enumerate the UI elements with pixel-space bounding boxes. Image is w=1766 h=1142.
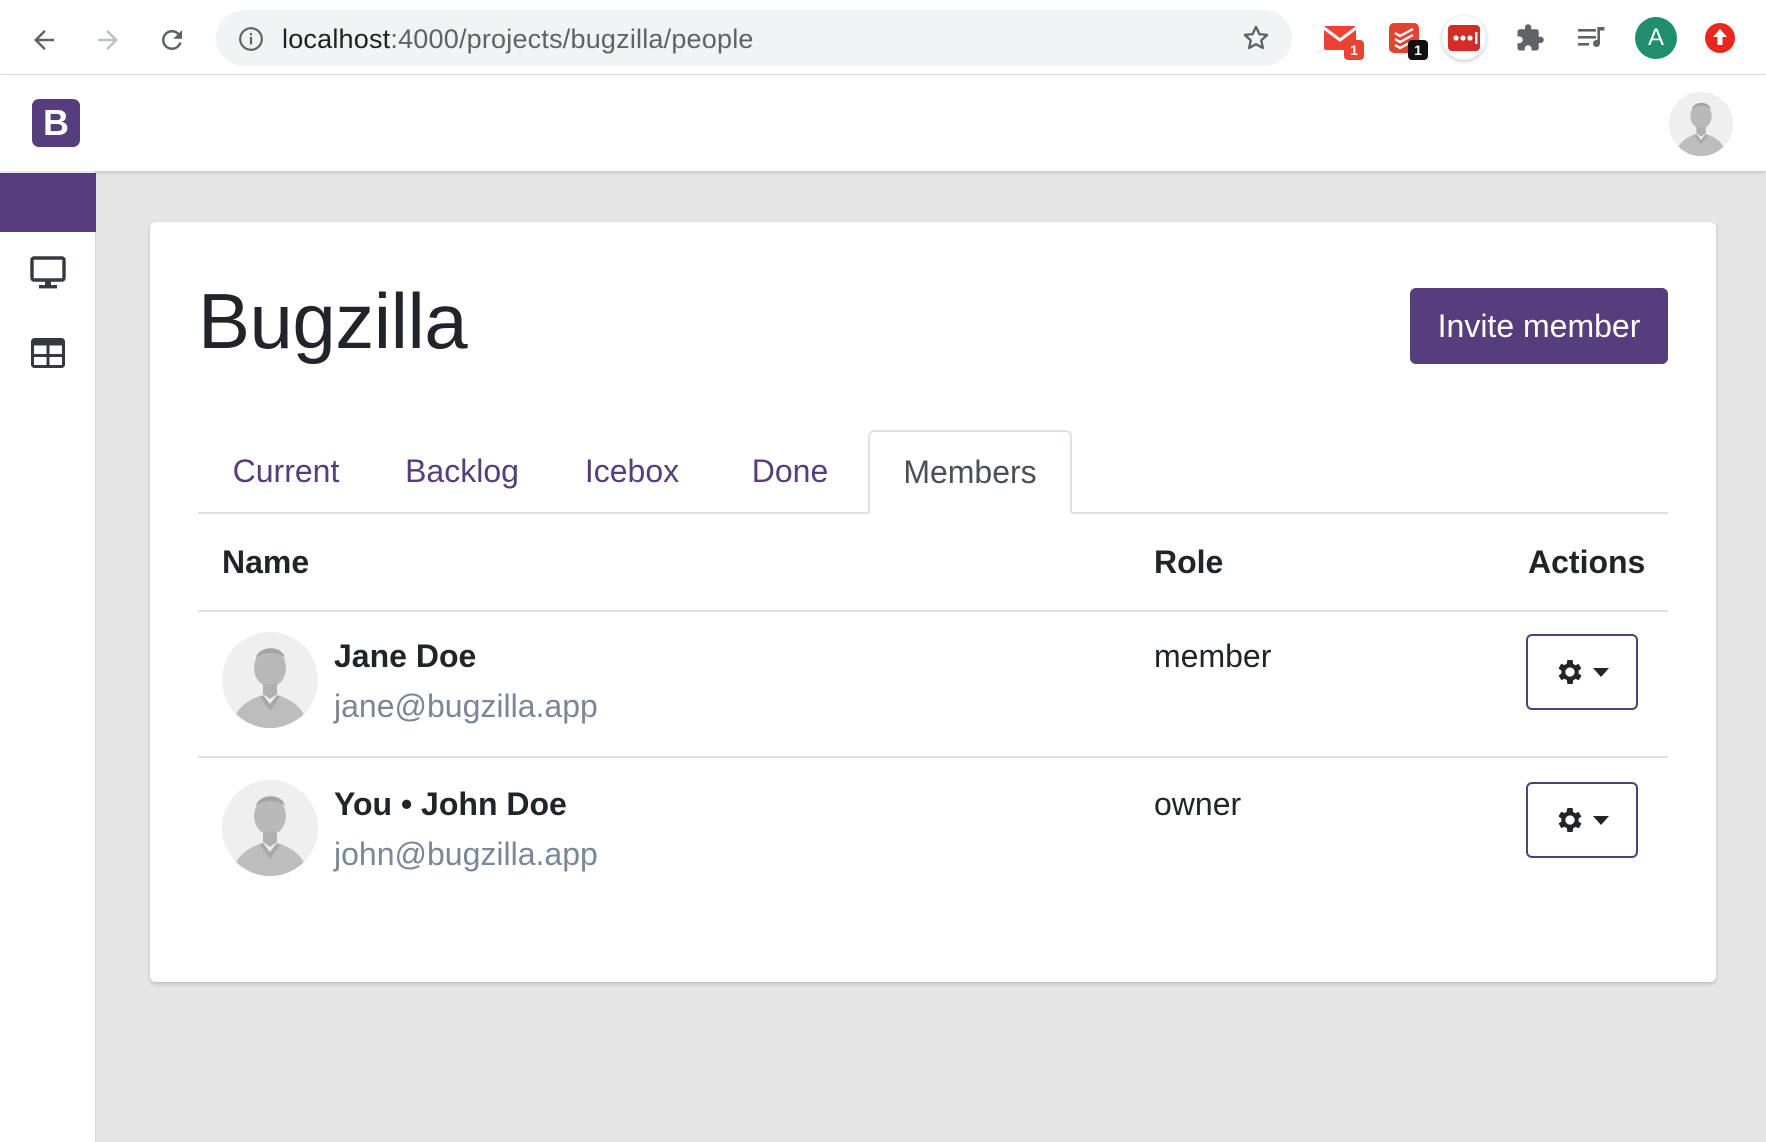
gmail-extension-icon[interactable]: 1 [1318,16,1364,60]
forward-button[interactable] [88,20,128,60]
browser-toolbar: localhost:4000/projects/bugzilla/people … [0,0,1766,75]
caret-down-icon [1593,668,1609,677]
member-email: john@bugzilla.app [334,836,598,872]
member-email: jane@bugzilla.app [334,688,598,724]
column-header-role: Role [1154,544,1224,580]
project-card: Bugzilla Invite member Current Backlog I… [150,222,1716,982]
todoist-badge: 1 [1408,40,1428,60]
url-host: localhost [282,24,391,54]
member-actions-dropdown[interactable] [1526,782,1638,858]
members-table-header: Name Role Actions [198,512,1668,612]
person-silhouette-icon [222,632,318,728]
sidebar [0,171,96,1142]
member-name: You • John Doe [334,786,567,822]
member-name: Jane Doe [334,638,477,674]
avatar [222,632,318,728]
table-icon [31,338,65,368]
member-actions-dropdown[interactable] [1526,634,1638,710]
project-tabs: Current Backlog Icebox Done Members [198,430,1668,514]
lastpass-extension-icon[interactable] [1442,16,1486,60]
sidebar-item-table[interactable] [28,333,68,373]
tab-backlog[interactable]: Backlog [374,430,550,512]
tab-members[interactable]: Members [868,430,1072,514]
tab-icebox[interactable]: Icebox [550,430,714,512]
todoist-extension-icon[interactable]: 1 [1382,16,1428,60]
back-button[interactable] [24,20,64,60]
arrow-left-icon [34,30,54,50]
column-header-actions: Actions [1528,544,1646,580]
user-avatar[interactable] [1669,92,1733,156]
monitor-icon [30,256,66,289]
arrow-right-icon [98,30,118,50]
address-bar[interactable]: localhost:4000/projects/bugzilla/people [216,10,1292,66]
app-logo[interactable]: B [32,99,80,147]
info-icon[interactable] [238,26,264,57]
avatar [222,780,318,876]
person-silhouette-icon [1669,92,1733,156]
reload-icon [161,29,182,50]
column-header-name: Name [222,544,310,580]
app-header: B [0,75,1766,171]
reload-button[interactable] [152,20,192,60]
update-icon[interactable] [1698,16,1742,60]
caret-down-icon [1593,816,1609,825]
media-control-icon[interactable] [1570,16,1614,60]
sidebar-active-item[interactable] [0,173,96,232]
tab-done[interactable]: Done [714,430,866,512]
url-path: :4000/projects/bugzilla/people [390,24,754,54]
tab-current[interactable]: Current [198,430,374,512]
gear-icon [1558,808,1582,832]
profile-letter: A [1635,17,1677,59]
profile-icon[interactable]: A [1634,16,1678,60]
table-row: You • John Doe john@bugzilla.app owner [198,758,1668,904]
table-row: Jane Doe jane@bugzilla.app member [198,610,1668,758]
sidebar-item-board[interactable] [28,253,68,293]
star-icon[interactable] [1242,24,1270,57]
member-role: owner [1154,786,1242,822]
url-text: localhost:4000/projects/bugzilla/people [282,24,754,55]
member-role: member [1154,638,1272,674]
gmail-badge: 1 [1344,40,1364,60]
invite-member-button[interactable]: Invite member [1410,288,1668,364]
extensions-puzzle-icon[interactable] [1508,16,1552,60]
gear-icon [1558,660,1582,684]
person-silhouette-icon [222,780,318,876]
page-title: Bugzilla [198,277,468,365]
